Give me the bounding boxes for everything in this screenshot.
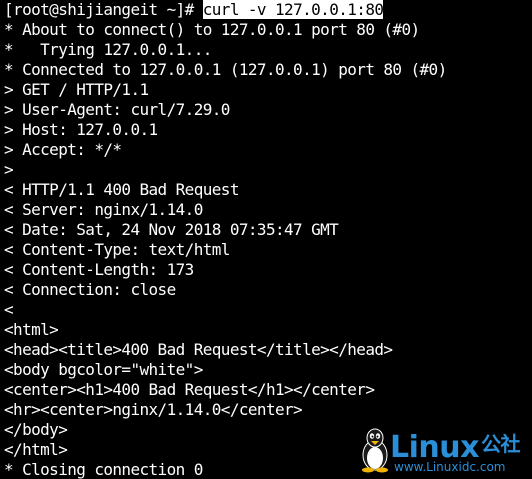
- output-line: <: [4, 300, 14, 319]
- terminal-output: [root@shijiangeit ~]# curl -v 127.0.0.1:…: [4, 0, 447, 479]
- tux-penguin-icon: [362, 428, 388, 473]
- output-line: > Host: 127.0.0.1: [4, 120, 158, 139]
- terminal-window[interactable]: [root@shijiangeit ~]# curl -v 127.0.0.1:…: [0, 0, 532, 479]
- output-line: < Date: Sat, 24 Nov 2018 07:35:47 GMT: [4, 220, 339, 239]
- output-line: * Trying 127.0.0.1...: [4, 40, 212, 59]
- output-line: < Content-Type: text/html: [4, 240, 230, 259]
- watermark-brand: Linux 公社: [390, 429, 520, 463]
- output-line: > GET / HTTP/1.1: [4, 80, 149, 99]
- output-line: * About to connect() to 127.0.0.1 port 8…: [4, 20, 420, 39]
- output-line: >: [4, 160, 14, 179]
- output-line: <center><h1>400 Bad Request</h1></center…: [4, 380, 375, 399]
- output-line: <head><title>400 Bad Request</title></he…: [4, 340, 393, 359]
- watermark-url: www.Linuxidc.com: [394, 460, 506, 474]
- command-text: curl -v 127.0.0.1:80: [202, 0, 384, 19]
- linuxidc-watermark: Linux 公社 www.Linuxidc.com: [358, 427, 528, 477]
- output-line: < Content-Length: 173: [4, 260, 194, 279]
- output-line: <hr><center>nginx/1.14.0</center>: [4, 400, 303, 419]
- output-line: <body bgcolor="white">: [4, 360, 203, 379]
- output-line: <html>: [4, 320, 59, 339]
- output-line: < HTTP/1.1 400 Bad Request: [4, 180, 239, 199]
- output-line: * Connected to 127.0.0.1 (127.0.0.1) por…: [4, 60, 447, 79]
- shell-prompt: [root@shijiangeit ~]#: [4, 0, 203, 19]
- output-line: < Connection: close: [4, 280, 176, 299]
- output-line: > User-Agent: curl/7.29.0: [4, 100, 230, 119]
- output-line: < Server: nginx/1.14.0: [4, 200, 203, 219]
- output-line: > Accept: */*: [4, 140, 122, 159]
- watermark-brand-suffix: 公社: [480, 432, 521, 456]
- prompt-line: [root@shijiangeit ~]# curl -v 127.0.0.1:…: [4, 0, 447, 20]
